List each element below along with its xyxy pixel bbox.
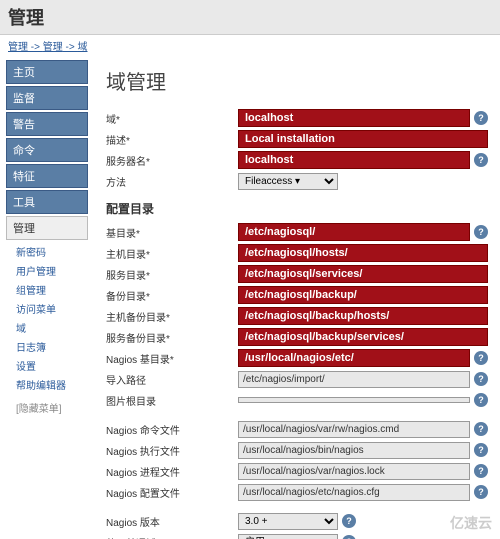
form-label: 主机目录* [106, 246, 238, 261]
sidebar-sub-item[interactable]: 访问菜单 [6, 299, 88, 318]
help-icon[interactable]: ? [474, 422, 488, 436]
breadcrumb: 管理 -> 管理 -> 域 [0, 35, 500, 56]
form-label: Nagios 执行文件 [106, 443, 238, 458]
form-label: Nagios 版本 [106, 514, 238, 529]
main-content: 域管理 域*localhost?描述*Local installation服务器… [88, 56, 500, 539]
watermark: 亿速云 [450, 513, 492, 533]
section-config-title: 配置目录 [106, 200, 488, 217]
help-icon[interactable]: ? [342, 535, 356, 539]
sidebar-sub-item[interactable]: 组管理 [6, 280, 88, 299]
help-icon[interactable]: ? [474, 393, 488, 407]
sidebar-nav-item[interactable]: 管理 [6, 216, 88, 240]
breadcrumb-item[interactable]: 域 [77, 42, 87, 53]
text-input[interactable]: /etc/nagiosql/hosts/ [238, 244, 488, 262]
text-input[interactable]: /etc/nagiosql/services/ [238, 265, 488, 283]
form-label: 方法 [106, 174, 238, 189]
help-icon[interactable]: ? [342, 514, 356, 528]
text-input[interactable]: /usr/local/nagios/etc/ [238, 349, 470, 367]
text-input[interactable]: /etc/nagiosql/backup/services/ [238, 328, 488, 346]
page-title: 域管理 [106, 66, 488, 95]
help-icon[interactable]: ? [474, 485, 488, 499]
sidebar: 主页监督警告命令特征工具管理 新密码用户管理组管理访问菜单域日志簿设置帮助编辑器… [0, 56, 88, 539]
sidebar-sub-item[interactable]: 帮助编辑器 [6, 375, 88, 394]
sidebar-sub-item[interactable]: 日志簿 [6, 337, 88, 356]
help-icon[interactable]: ? [474, 372, 488, 386]
select-input[interactable]: Fileaccess ▾ [238, 173, 338, 190]
sidebar-sub-item[interactable]: 新密码 [6, 242, 88, 261]
breadcrumb-item[interactable]: 管理 [43, 42, 63, 53]
form-label: 域* [106, 111, 238, 126]
sidebar-sub-item[interactable]: 设置 [6, 356, 88, 375]
sidebar-nav-item[interactable]: 警告 [6, 112, 88, 136]
form-label: 描述* [106, 132, 238, 147]
help-icon[interactable]: ? [474, 153, 488, 167]
text-input[interactable]: localhost [238, 109, 470, 127]
text-input[interactable]: localhost [238, 151, 470, 169]
form-label: Nagios 配置文件 [106, 485, 238, 500]
form-label: Nagios 进程文件 [106, 464, 238, 479]
text-input[interactable]: /etc/nagios/import/ [238, 371, 470, 388]
text-input[interactable] [238, 397, 470, 403]
sidebar-nav-item[interactable]: 监督 [6, 86, 88, 110]
form-label: Nagios 命令文件 [106, 422, 238, 437]
sidebar-nav-item[interactable]: 工具 [6, 190, 88, 214]
help-icon[interactable]: ? [474, 351, 488, 365]
help-icon[interactable]: ? [474, 225, 488, 239]
breadcrumb-item[interactable]: 管理 [8, 42, 28, 53]
text-input[interactable]: /usr/local/nagios/var/nagios.lock [238, 463, 470, 480]
form-label: 服务备份目录* [106, 330, 238, 345]
form-label: Nagios 基目录* [106, 351, 238, 366]
help-icon[interactable]: ? [474, 464, 488, 478]
select-input[interactable]: 启用 [238, 534, 338, 539]
text-input[interactable]: /usr/local/nagios/var/rw/nagios.cmd [238, 421, 470, 438]
sidebar-sub-item[interactable]: 用户管理 [6, 261, 88, 280]
sidebar-nav-item[interactable]: 特征 [6, 164, 88, 188]
form-label: 服务目录* [106, 267, 238, 282]
text-input[interactable]: /usr/local/nagios/etc/nagios.cfg [238, 484, 470, 501]
form-label: 主机备份目录* [106, 309, 238, 324]
sidebar-nav-item[interactable]: 主页 [6, 60, 88, 84]
select-input[interactable]: 3.0 + [238, 513, 338, 530]
form-label: 基目录* [106, 225, 238, 240]
text-input[interactable]: /etc/nagiosql/ [238, 223, 470, 241]
help-icon[interactable]: ? [474, 443, 488, 457]
help-icon[interactable]: ? [474, 111, 488, 125]
text-input[interactable]: /etc/nagiosql/backup/hosts/ [238, 307, 488, 325]
form-label: 使用普通域 [106, 535, 238, 539]
text-input[interactable]: /usr/local/nagios/bin/nagios [238, 442, 470, 459]
form-label: 图片根目录 [106, 393, 238, 408]
sidebar-sub-item[interactable]: 域 [6, 318, 88, 337]
app-title: 管理 [0, 0, 500, 35]
hide-menu-link[interactable]: [隐藏菜单] [6, 394, 88, 415]
text-input[interactable]: Local installation [238, 130, 488, 148]
form-label: 导入路径 [106, 372, 238, 387]
form-label: 备份目录* [106, 288, 238, 303]
text-input[interactable]: /etc/nagiosql/backup/ [238, 286, 488, 304]
form-label: 服务器名* [106, 153, 238, 168]
sidebar-nav-item[interactable]: 命令 [6, 138, 88, 162]
